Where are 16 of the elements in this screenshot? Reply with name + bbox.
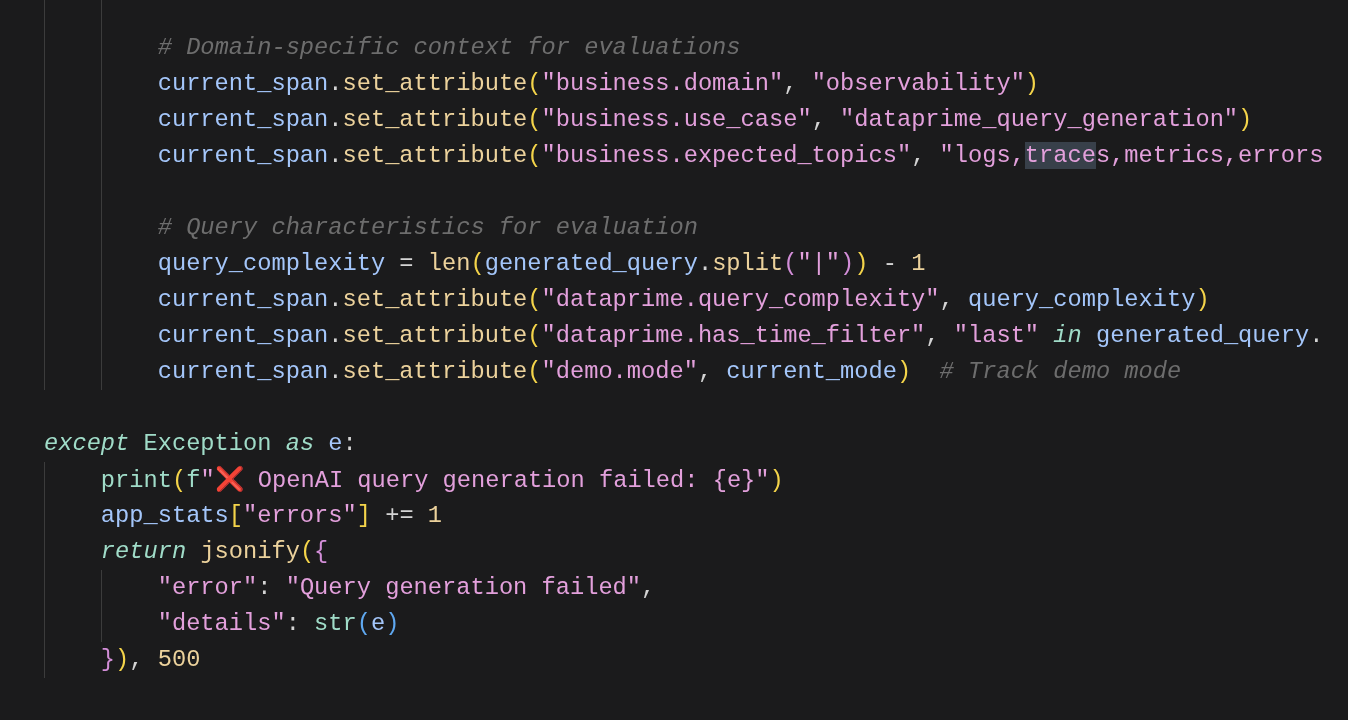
code-line: # Domain-specific context for evaluations — [156, 33, 741, 63]
code-line: }), 500 — [99, 645, 201, 675]
code-line: # Query characteristics for evaluation — [156, 213, 698, 243]
code-line: return jsonify({ — [99, 537, 329, 567]
code-line: except Exception as e: — [44, 429, 357, 459]
code-line: query_complexity = len(generated_query.split("|")) - 1 — [156, 249, 926, 279]
code-line: current_span.set_attribute("business.use_case", "dataprime_query_generation") — [156, 105, 1253, 135]
code-line: current_span.set_attribute("demo.mode", current_mode) # Track demo mode — [156, 357, 1182, 387]
code-line: "details": str(e) — [156, 609, 400, 639]
code-line: "error": "Query generation failed", — [156, 573, 656, 603]
code-line: print(f"❌ OpenAI query generation failed: {e}") — [99, 464, 784, 496]
code-line: app_stats["errors"] += 1 — [99, 501, 443, 531]
code-line: current_span.set_attribute("dataprime.has_time_filter", "last" in generated_query. — [156, 321, 1324, 351]
code-line: current_span.set_attribute("business.expected_topics", "logs,traces,metrics,errors — [156, 141, 1324, 171]
code-line: current_span.set_attribute("business.domain", "observability") — [156, 69, 1040, 99]
code-line: current_span.set_attribute("dataprime.query_complexity", query_complexity) — [156, 285, 1210, 315]
